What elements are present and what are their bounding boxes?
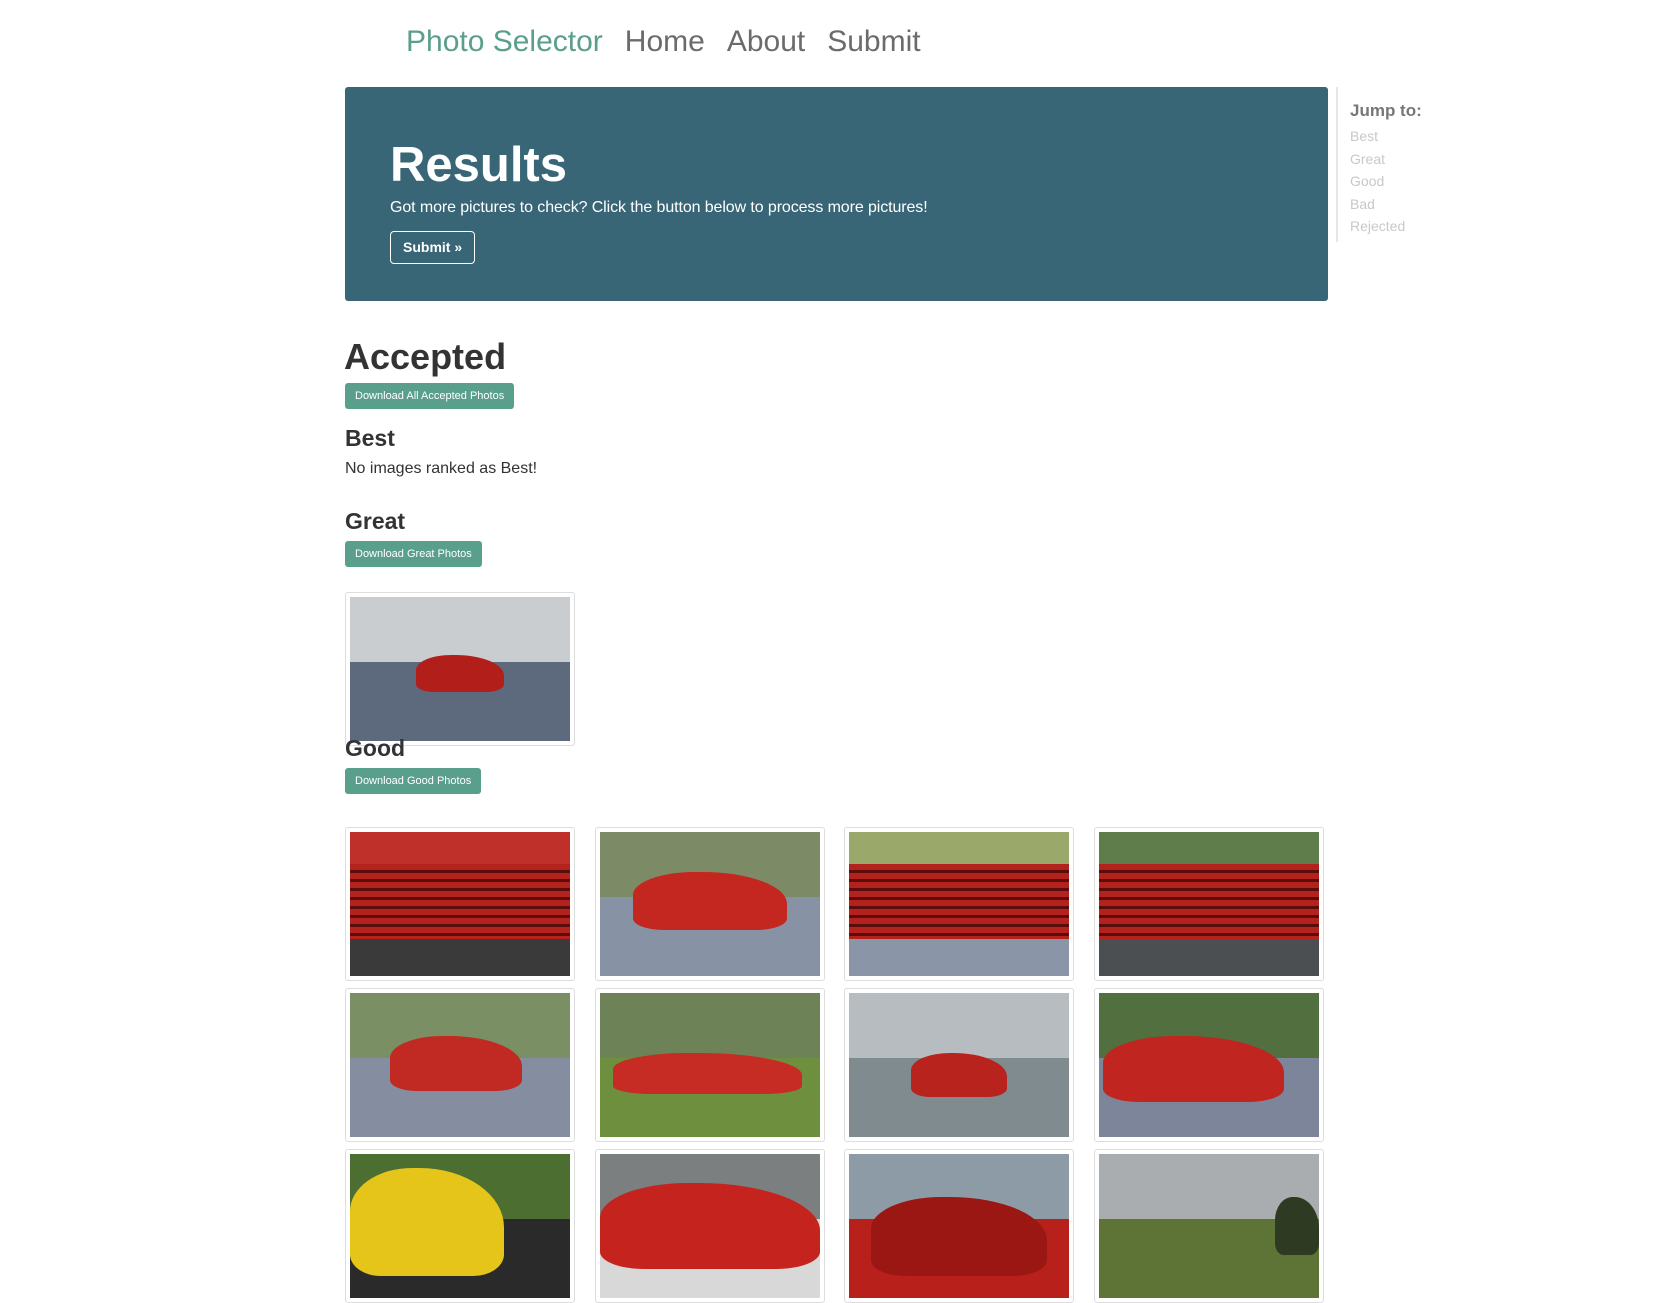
top-nav: Photo Selector Home About Submit [406, 18, 921, 66]
jump-to-panel: Jump to: Best Great Good Bad Rejected [1336, 87, 1486, 242]
nav-about-link[interactable]: About [727, 25, 805, 59]
good-photo-10[interactable] [595, 1149, 825, 1303]
jump-to-title: Jump to: [1350, 101, 1422, 120]
download-great-button[interactable]: Download Great Photos [345, 541, 482, 567]
car-photo-image [1099, 993, 1319, 1137]
jump-link-rejected[interactable]: Rejected [1350, 215, 1486, 238]
car-photo-image [849, 832, 1069, 976]
car-photo-image [350, 597, 570, 741]
good-photo-3[interactable] [844, 827, 1074, 981]
good-heading: Good [345, 735, 406, 761]
hero-lead-text: Got more pictures to check? Click the bu… [390, 199, 928, 216]
jump-link-good[interactable]: Good [1350, 170, 1486, 193]
page-title: Results [390, 138, 568, 192]
photo-grille-detail [849, 863, 1069, 939]
best-heading: Best [345, 425, 395, 451]
photo-background [600, 993, 820, 1058]
photo-car-shape [910, 1053, 1008, 1097]
nav-brand[interactable]: Photo Selector [406, 25, 603, 59]
good-photo-6[interactable] [595, 988, 825, 1142]
download-all-accepted-button[interactable]: Download All Accepted Photos [345, 383, 515, 409]
photo-car-shape [389, 1036, 522, 1091]
accepted-heading: Accepted [344, 336, 507, 377]
car-photo-image [350, 1154, 570, 1298]
great-photo-1[interactable] [345, 592, 575, 746]
good-photo-4[interactable] [1094, 827, 1324, 981]
good-photo-1[interactable] [345, 827, 575, 981]
results-hero: Results Got more pictures to check? Clic… [345, 87, 1328, 301]
good-photo-8[interactable] [1094, 988, 1324, 1142]
good-photo-7[interactable] [844, 988, 1074, 1142]
good-photo-2[interactable] [595, 827, 825, 981]
download-good-button[interactable]: Download Good Photos [345, 768, 482, 794]
photo-grille-detail [1099, 863, 1319, 939]
photo-grille-detail [350, 863, 570, 939]
car-photo-image [600, 1154, 820, 1298]
good-photo-5[interactable] [345, 988, 575, 1142]
nav-submit-link[interactable]: Submit [827, 25, 920, 59]
photo-car-shape [613, 1053, 803, 1094]
jump-link-bad[interactable]: Bad [1350, 193, 1486, 216]
submit-button[interactable]: Submit » [390, 231, 476, 264]
car-photo-image [350, 993, 570, 1137]
good-photo-9[interactable] [345, 1149, 575, 1303]
car-photo-image [1099, 1154, 1319, 1298]
jump-link-best[interactable]: Best [1350, 125, 1486, 148]
great-heading: Great [345, 508, 406, 534]
car-photo-image [849, 1154, 1069, 1298]
car-photo-image [600, 993, 820, 1137]
best-empty-message: No images ranked as Best! [345, 460, 538, 477]
photo-background [849, 993, 1069, 1058]
good-photo-11[interactable] [844, 1149, 1074, 1303]
car-photo-image [849, 993, 1069, 1137]
good-photo-12[interactable] [1094, 1149, 1324, 1303]
car-photo-image [1099, 832, 1319, 976]
car-photo-image [350, 832, 570, 976]
jump-link-great[interactable]: Great [1350, 148, 1486, 171]
nav-home-link[interactable]: Home [625, 25, 705, 59]
car-photo-image [600, 832, 820, 976]
photo-car-shape [633, 872, 787, 930]
photo-background [350, 597, 570, 662]
